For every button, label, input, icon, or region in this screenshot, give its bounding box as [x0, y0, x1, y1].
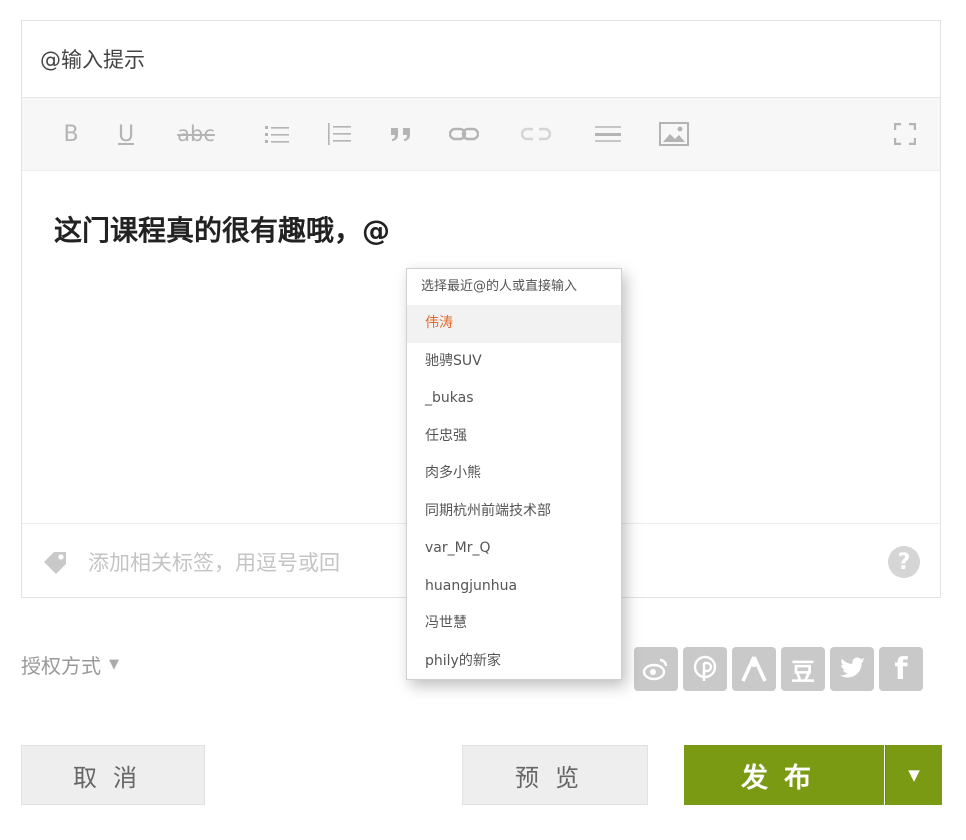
strikethrough-button[interactable]: abc [174, 98, 218, 170]
publish-button[interactable]: 发布 [684, 745, 884, 805]
mention-item[interactable]: var_Mr_Q [407, 530, 621, 568]
numbered-list-button[interactable] [324, 98, 354, 170]
tag-icon [44, 552, 66, 574]
strikethrough-icon: abc [177, 122, 215, 146]
content-text: 这门课程真的很有趣哦，@ [54, 214, 391, 247]
tags-placeholder: 添加相关标签，用逗号或回 [88, 551, 340, 575]
preview-button[interactable]: 预览 [462, 745, 648, 805]
douban-glyph: 豆 [791, 657, 815, 686]
weibo-glyph [642, 658, 668, 681]
preview-label: 预览 [515, 763, 595, 792]
quote-icon [391, 128, 410, 141]
mention-item[interactable]: 同期杭州前端技术部 [407, 493, 621, 531]
bold-button[interactable]: B [58, 98, 84, 170]
mention-item[interactable]: 驰骋SUV [407, 343, 621, 381]
mention-item[interactable]: huangjunhua [407, 568, 621, 606]
mention-item[interactable]: 任忠强 [407, 418, 621, 456]
share-icons: 豆 f [634, 647, 923, 691]
caret-down-icon: ▼ [908, 766, 920, 784]
mention-list: 伟涛 驰骋SUV _bukas 任忠强 肉多小熊 同期杭州前端技术部 var_Mr_Q hua… [407, 305, 621, 680]
underline-button[interactable]: U [113, 98, 139, 170]
renren-glyph [741, 656, 767, 682]
facebook-icon[interactable]: f [879, 647, 923, 691]
mention-item[interactable]: 肉多小熊 [407, 455, 621, 493]
publish-label: 发布 [741, 762, 827, 794]
pinterest-icon[interactable] [683, 647, 727, 691]
title-input-value: @输入提示 [40, 48, 145, 72]
mention-item[interactable]: _bukas [407, 380, 621, 418]
mention-item[interactable]: 冯世慧 [407, 605, 621, 643]
help-icon[interactable]: ? [888, 546, 920, 578]
license-label: 授权方式 [21, 654, 101, 678]
horizontal-rule-button[interactable] [590, 98, 626, 170]
horizontal-rule-icon [595, 126, 621, 142]
bullet-list-icon [265, 126, 289, 143]
editor-toolbar: B U abc [22, 98, 940, 171]
mention-hint: 选择最近@的人或直接输入 [421, 279, 578, 294]
weibo-icon[interactable] [634, 647, 678, 691]
unlink-button[interactable] [518, 98, 554, 170]
cancel-label: 取消 [73, 763, 153, 792]
douban-icon[interactable]: 豆 [781, 647, 825, 691]
twitter-icon[interactable] [830, 647, 874, 691]
fullscreen-icon [894, 123, 916, 145]
mention-item[interactable]: 伟涛 [407, 305, 621, 343]
mention-popup: 选择最近@的人或直接输入 伟涛 驰骋SUV _bukas 任忠强 肉多小熊 同期杭州前端技… [406, 268, 622, 680]
renren-icon[interactable] [732, 647, 776, 691]
help-symbol: ? [897, 549, 911, 575]
caret-down-icon: ▼ [109, 657, 119, 672]
image-icon [659, 122, 689, 146]
mention-item[interactable]: phily的新家 [407, 643, 621, 681]
fullscreen-button[interactable] [890, 98, 920, 170]
link-button[interactable] [446, 98, 482, 170]
license-dropdown[interactable]: 授权方式 ▼ [21, 650, 119, 679]
quote-button[interactable] [386, 98, 416, 170]
cancel-button[interactable]: 取消 [21, 745, 205, 805]
twitter-glyph [840, 657, 865, 678]
facebook-glyph: f [894, 651, 908, 687]
title-input[interactable]: @输入提示 [22, 21, 940, 98]
insert-image-button[interactable] [656, 98, 692, 170]
bullet-list-button[interactable] [262, 98, 292, 170]
numbered-list-icon [328, 123, 351, 145]
unlink-icon [521, 127, 551, 141]
link-icon [449, 127, 479, 141]
pinterest-glyph [693, 655, 717, 681]
bold-icon: B [63, 121, 79, 147]
underline-icon: U [117, 121, 135, 147]
publish-options-button[interactable]: ▼ [885, 745, 942, 805]
